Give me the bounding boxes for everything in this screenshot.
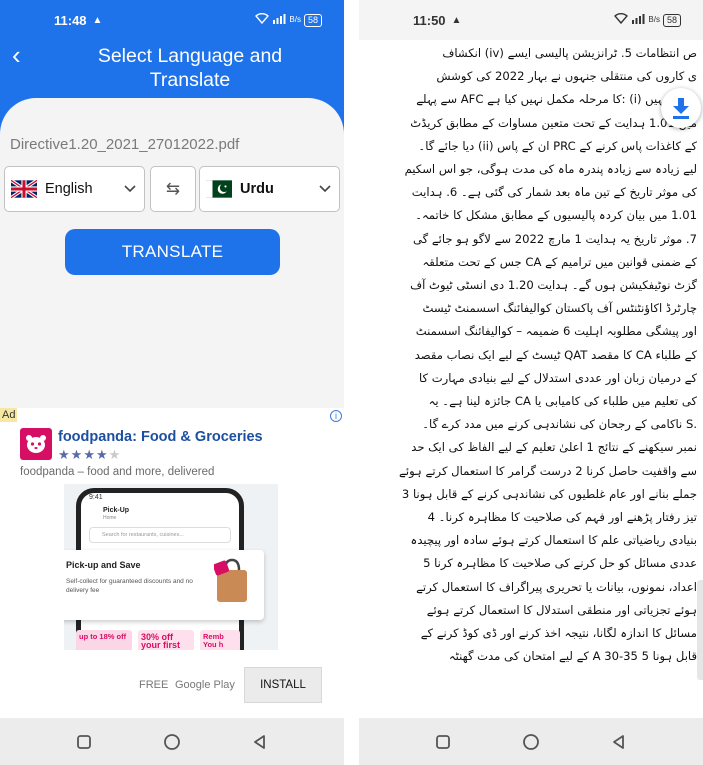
square-icon[interactable] xyxy=(74,732,94,752)
document-line: لیے زیادہ سے زیادہ پندرہ ماہ کی مدت ہوگی… xyxy=(404,162,697,177)
document-line: PRC انہیں (i) :کا مرحلہ مکمل نہیں کیا ہے… xyxy=(416,92,697,107)
document-line: ص انتظامات 5. ٹرانزیشن پالیسی ایسے (iv) … xyxy=(442,46,697,60)
star-empty-icon: ★ xyxy=(108,447,122,462)
triangle-back-icon[interactable] xyxy=(609,732,629,752)
document-line: کے طلباء CA کا مقصد QAT ٹیسٹ کے لیے ایک … xyxy=(414,347,697,362)
document-line: کے ضمنی قوانین میں ترامیم کے CA جس کے تح… xyxy=(422,254,698,269)
scroll-handle[interactable] xyxy=(697,580,703,680)
document-line: کے درمیان زبان اور عددی استدلال کے لیے ب… xyxy=(418,370,697,385)
translate-button[interactable]: TRANSLATE xyxy=(65,229,280,275)
document-line: گزٹ نوٹیفکیشن ہوں گے۔ ہدایت 1.20 دی انسٹ… xyxy=(410,278,697,293)
status-bar: 11:50 ▲ B/s 58 xyxy=(359,0,703,40)
promo-tile: up to 18% off xyxy=(76,630,132,650)
foodpanda-logo-icon xyxy=(20,428,52,460)
uk-flag-icon xyxy=(11,180,37,198)
chevron-down-icon xyxy=(319,182,331,196)
status-icons: B/s 58 xyxy=(614,13,681,27)
promo-tile: Remb You h xyxy=(200,630,240,650)
swap-arrows-icon: ⇆ xyxy=(165,179,181,198)
document-line: ہوئے تجزیاتی اور منطقی استدلال کا استعما… xyxy=(426,602,697,617)
back-arrow-icon[interactable]: ‹ xyxy=(12,42,21,68)
ad-price: FREE xyxy=(139,679,169,691)
document-line: قابل ہونا 5 35-30 A کے لیے امتحان کی مدت… xyxy=(448,649,697,664)
download-icon xyxy=(673,98,689,119)
star-icon: ★ xyxy=(95,447,109,462)
document-line: چارٹرڈ اکاؤنٹنٹس آف پاکستان کوالیفائنگ ا… xyxy=(422,301,697,316)
ad-image[interactable]: 9:41 Pick-Up Home Search for restaurants… xyxy=(64,484,278,650)
star-rating: ★★★★★ xyxy=(58,447,121,463)
battery-icon: 58 xyxy=(662,13,681,27)
ad-store: Google Play xyxy=(175,679,235,691)
mockup-subtitle: Home xyxy=(103,515,117,521)
document-line: جملے بنانے اور عام غلطیوں کی نشاندہی کرن… xyxy=(401,486,697,501)
signal-icon xyxy=(272,13,286,27)
pakistan-flag-icon xyxy=(206,180,232,198)
notification-icon: ▲ xyxy=(92,14,103,26)
status-bar: 11:48 ▲ B/s 58 xyxy=(0,0,344,40)
target-language-select[interactable]: Urdu xyxy=(199,166,340,212)
document-line: مسائل کا اندازہ لگانا، نتیجہ اخذ کرنے او… xyxy=(420,626,697,641)
promo-tile: 30% off your first xyxy=(138,630,194,650)
pickup-description: Self-collect for guaranteed discounts an… xyxy=(66,578,193,594)
document-line: 7. موثر تاریخ یہ ہدایت 1 مارچ 2022 سے لا… xyxy=(413,231,697,246)
document-line: اور پیشگی مطلوبہ اہلیت 6 ضمیمہ – کوالیفا… xyxy=(415,324,697,339)
notification-icon: ▲ xyxy=(451,14,462,26)
swap-languages-button[interactable]: ⇆ xyxy=(150,166,196,212)
document-line: بنیادی ریاضیاتی علم کا استعمال کرتے ہوئے… xyxy=(410,533,697,548)
mockup-search: Search for restaurants, cuisines... xyxy=(89,527,231,543)
ad-title[interactable]: foodpanda: Food & Groceries xyxy=(58,429,263,445)
document-text: ص انتظامات 5. ٹرانزیشن پالیسی ایسے (iv) … xyxy=(359,42,703,668)
document-screen: 11:50 ▲ B/s 58 ص انتظامات 5. ٹرانزیشن پا… xyxy=(359,0,703,765)
square-icon[interactable] xyxy=(433,732,453,752)
document-line: .S ناکامی کے رجحان کی نشاندہی کرنے میں م… xyxy=(422,417,697,432)
ad-banner[interactable]: Ad i foodpanda: Food & Groceries ★★★★★ f… xyxy=(0,408,344,718)
document-line: سے واقفیت حاصل کرنا 2 درست گرامر کا استع… xyxy=(399,463,697,478)
mockup-time: 9:41 xyxy=(89,494,103,501)
target-language-label: Urdu xyxy=(240,181,274,197)
file-name: Directive1.20_2021_27012022.pdf xyxy=(10,136,240,153)
pickup-card: Pick-up and Save Self-collect for guaran… xyxy=(64,550,264,620)
signal-icon xyxy=(631,13,645,27)
document-line: تیز رفتار پڑھنے اور فہم کی صلاحیت کا مظا… xyxy=(427,510,697,525)
document-line: اعداد، نمونوں، بیانات یا تحریری پیراگراف… xyxy=(416,579,697,594)
document-line: کے کاغذات پاس کرنے کے PRC ان کے پاس (ii)… xyxy=(418,138,697,153)
document-line: کی موثر تاریخ کے تین ماہ بعد شمار کی گئی… xyxy=(411,185,697,200)
wifi-icon xyxy=(255,13,270,27)
document-line: عددی مسائل کو حل کرنے کی صلاحیت کا مظاہر… xyxy=(423,556,697,571)
document-line: 1.01 میں بیان کردہ پالیسیوں کے مطابق مشک… xyxy=(415,208,697,223)
source-language-label: English xyxy=(45,181,93,197)
shopping-bag-icon xyxy=(214,558,247,602)
mockup-title: Pick-Up xyxy=(103,507,130,514)
pickup-title: Pick-up and Save xyxy=(66,560,141,570)
navigation-bar xyxy=(0,718,344,765)
star-icon: ★ xyxy=(83,447,96,462)
network-speed: B/s xyxy=(289,15,301,24)
translated-document[interactable]: ص انتظامات 5. ٹرانزیشن پالیسی ایسے (iv) … xyxy=(359,40,703,718)
status-icons: B/s 58 xyxy=(255,13,322,27)
circle-icon[interactable] xyxy=(521,732,541,752)
source-language-select[interactable]: English xyxy=(4,166,145,212)
ad-badge: Ad xyxy=(0,408,18,422)
document-line: ی کاروں کی منتقلی جنہوں نے بہار 2022 کی … xyxy=(436,69,697,84)
ad-description: foodpanda – food and more, delivered xyxy=(20,466,215,478)
star-icon: ★ xyxy=(58,447,71,462)
translate-screen: 11:48 ▲ B/s 58 ‹ Select Language and Tra… xyxy=(0,0,344,765)
circle-icon[interactable] xyxy=(162,732,182,752)
download-button[interactable] xyxy=(661,88,701,128)
wifi-icon xyxy=(614,13,629,27)
triangle-back-icon[interactable] xyxy=(250,732,270,752)
document-line: کی تعلیم میں طلباء کی کامیابی یا CA جائز… xyxy=(428,394,697,409)
page-title: Select Language and Translate xyxy=(97,45,283,91)
status-time: 11:50 xyxy=(413,12,446,28)
chevron-down-icon xyxy=(124,182,136,196)
navigation-bar xyxy=(359,718,703,765)
battery-icon: 58 xyxy=(303,13,322,27)
document-line: نمبر سیکھنے کے نتائج 1 اعلیٰ تعلیم کے لی… xyxy=(411,440,697,455)
status-time: 11:48 xyxy=(54,12,87,28)
network-speed: B/s xyxy=(648,15,660,24)
info-icon[interactable]: i xyxy=(330,410,342,422)
document-line: میں 1.01 ہدایت کے تحت متعین مساوات کے مط… xyxy=(410,115,697,130)
install-button[interactable]: INSTALL xyxy=(244,667,322,703)
star-icon: ★ xyxy=(70,447,84,462)
